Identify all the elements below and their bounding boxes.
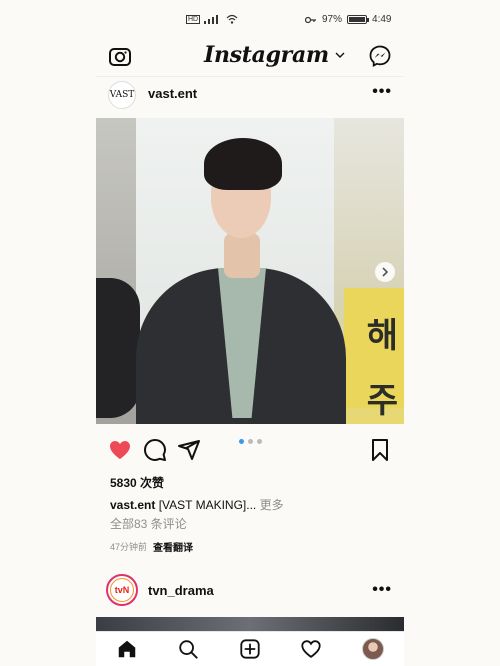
- post-timestamp-row: 47分钟前 查看翻译: [110, 539, 193, 554]
- avatar-story-ring[interactable]: tvN: [106, 574, 138, 606]
- status-bar: HD 97% 4:49: [0, 12, 500, 30]
- new-post-icon[interactable]: [239, 638, 261, 660]
- like-heart-icon[interactable]: [108, 438, 132, 462]
- chevron-right-icon: [382, 267, 389, 277]
- view-all-comments-link[interactable]: 全部83 条评论: [110, 515, 187, 532]
- signal-icon: [204, 15, 219, 24]
- person-neck: [224, 233, 260, 278]
- carousel-next-button[interactable]: [375, 262, 395, 282]
- banner-text-1: 해: [366, 317, 398, 355]
- avatar: tvN: [110, 578, 134, 602]
- home-icon[interactable]: [116, 638, 138, 660]
- carousel-dot: [248, 439, 253, 444]
- post-username[interactable]: vast.ent: [148, 86, 197, 101]
- app-header: Instagram: [96, 40, 404, 74]
- image-side-figure: [96, 278, 140, 418]
- avatar[interactable]: VAST: [108, 81, 136, 109]
- activity-heart-icon[interactable]: [300, 638, 322, 660]
- post-image-2[interactable]: [96, 617, 404, 631]
- battery-percent: 97%: [322, 14, 343, 25]
- wifi-icon: [226, 14, 238, 24]
- battery-fill: [349, 17, 366, 22]
- save-bookmark-icon[interactable]: [368, 438, 392, 462]
- instagram-logo: Instagram: [204, 42, 329, 68]
- see-translation-link[interactable]: 查看翻译: [153, 539, 193, 554]
- person-hair: [204, 138, 282, 190]
- post-timestamp: 47分钟前: [110, 542, 148, 552]
- caption-text: [VAST MAKING]...: [155, 498, 260, 512]
- carousel-indicator: [239, 439, 262, 444]
- hd-indicator: HD: [186, 14, 201, 24]
- banner-text-2: 주: [366, 382, 398, 420]
- status-left-icons: HD: [186, 14, 238, 24]
- more-options-button-2[interactable]: •••: [372, 581, 392, 599]
- share-paper-plane-icon[interactable]: [177, 438, 201, 462]
- comment-icon[interactable]: [143, 438, 167, 462]
- post-header: VAST vast.ent •••: [96, 76, 404, 112]
- messenger-icon[interactable]: [368, 44, 392, 68]
- carousel-dot: [239, 439, 244, 444]
- carousel-dot: [257, 439, 262, 444]
- post-username-2[interactable]: tvn_drama: [148, 583, 214, 598]
- key-icon: [305, 16, 316, 23]
- avatar-logo-text: VAST: [109, 90, 135, 100]
- search-icon[interactable]: [177, 638, 199, 660]
- logo-switcher[interactable]: Instagram: [204, 42, 345, 68]
- post-actions: [96, 436, 404, 464]
- battery-icon: [347, 15, 370, 24]
- clock: 4:49: [372, 14, 392, 25]
- post-header-2: tvN tvn_drama •••: [96, 572, 404, 612]
- more-options-button[interactable]: •••: [372, 83, 392, 101]
- post-image[interactable]: 해 주: [96, 118, 404, 424]
- bottom-tab-bar: [96, 631, 404, 666]
- caption-username[interactable]: vast.ent: [110, 498, 155, 512]
- camera-icon[interactable]: [108, 44, 132, 68]
- caption-more-link[interactable]: 更多: [260, 498, 284, 512]
- chevron-down-icon: [335, 52, 345, 58]
- like-count[interactable]: 5830 次赞: [110, 474, 164, 491]
- post-caption: vast.ent [VAST MAKING]... 更多: [110, 496, 400, 513]
- profile-avatar[interactable]: [362, 638, 384, 660]
- status-right-icons: 97% 4:49: [305, 14, 391, 25]
